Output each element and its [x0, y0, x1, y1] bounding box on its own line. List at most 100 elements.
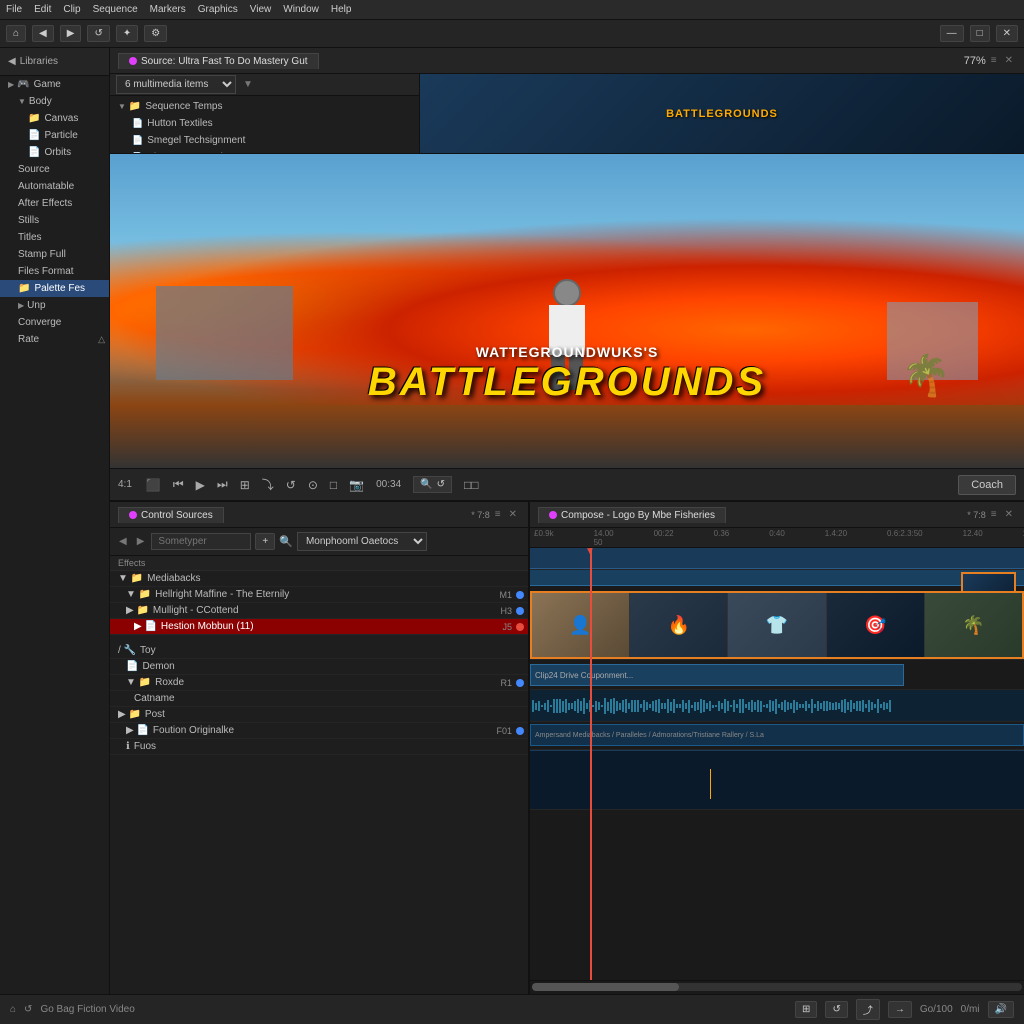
btn-track-select[interactable]: ⤵: [258, 474, 278, 495]
tree-item-canvas[interactable]: 📁 Canvas: [0, 110, 109, 127]
tree-demon[interactable]: 📄 Demon: [110, 659, 528, 675]
tree-item-body[interactable]: ▼ Body: [0, 93, 109, 110]
tree-catname[interactable]: Catname: [110, 691, 528, 707]
status-btn-grid[interactable]: ⊞: [795, 1001, 817, 1018]
track-audio-bottom[interactable]: [530, 750, 1024, 810]
btn-back-bl[interactable]: ◀: [116, 535, 130, 548]
status-btn-speaker[interactable]: 🔊: [988, 1001, 1014, 1018]
bottom-btn-close[interactable]: ✕: [506, 508, 520, 521]
panel-btn-close[interactable]: ✕: [1002, 54, 1016, 67]
left-panel-back[interactable]: ◀: [8, 56, 16, 67]
btn-add-bin[interactable]: +: [255, 533, 275, 550]
tree-item-particle[interactable]: 📄 Particle: [0, 127, 109, 144]
menu-sequence[interactable]: Sequence: [93, 4, 138, 15]
tree-mullight[interactable]: ▶ 📁 Mullight - CCottend H3: [110, 603, 528, 619]
tree-item-titles[interactable]: Titles: [0, 229, 109, 246]
bottom-left-tab[interactable]: Control Sources: [118, 507, 224, 523]
tree-item-palette-fes[interactable]: 📁 Palette Fes: [0, 280, 109, 297]
scrollbar-thumb[interactable]: [532, 983, 679, 991]
timeline-scrollbar[interactable]: [530, 980, 1024, 994]
btn-export-frame[interactable]: 📷: [345, 476, 368, 494]
timeline-tab[interactable]: Compose - Logo By Mbe Fisheries: [538, 507, 726, 523]
bin-item-hutton[interactable]: 📄 Hutton Textiles: [114, 115, 415, 132]
tree-item-stills[interactable]: Stills: [0, 212, 109, 229]
timeline-btn-menu[interactable]: ≡: [988, 508, 1000, 521]
tree-fuos[interactable]: ℹ Fuos: [110, 739, 528, 755]
effects-dropdown[interactable]: Monphooml Oaetocs: [297, 532, 427, 551]
btn-captions[interactable]: □□: [460, 476, 483, 494]
menu-help[interactable]: Help: [331, 4, 352, 15]
tree-item-automatable[interactable]: Automatable: [0, 178, 109, 195]
search-icon[interactable]: 🔍: [279, 535, 293, 548]
btn-rewind[interactable]: ⏮: [169, 475, 188, 494]
tree-foution[interactable]: ▶ 📄 Foution Originalke F01: [110, 723, 528, 739]
status-btn-export[interactable]: ⤴: [856, 999, 880, 1020]
couch-button[interactable]: Coach: [958, 475, 1016, 495]
preview-zoom-control[interactable]: 🔍 ↺: [413, 476, 452, 493]
status-btn-arrow[interactable]: →: [888, 1001, 912, 1018]
tree-post[interactable]: ▶ 📁 Post: [110, 707, 528, 723]
tree-mediabacks[interactable]: ▼ 📁 Mediabacks: [110, 571, 528, 587]
panel-btn-wrench[interactable]: ≡: [988, 54, 1000, 67]
toolbar-btn-minimize[interactable]: —: [940, 25, 964, 42]
bins-dropdown[interactable]: 6 multimedia items: [116, 75, 236, 94]
tree-toy[interactable]: / 🔧 Toy: [110, 643, 528, 659]
toolbar-btn-back[interactable]: ◀: [32, 25, 54, 42]
tree-item-after-effects[interactable]: After Effects: [0, 195, 109, 212]
bins-btn-panel[interactable]: ▼: [240, 78, 256, 91]
track-v1[interactable]: 🎮 👤 🔥 👕: [530, 570, 1024, 660]
toolbar-btn-settings[interactable]: ⚙: [144, 25, 167, 42]
search-input[interactable]: [151, 533, 251, 550]
timeline-btn-close[interactable]: ✕: [1002, 508, 1016, 521]
menu-window[interactable]: Window: [283, 4, 319, 15]
tree-item-files-format[interactable]: Files Format: [0, 263, 109, 280]
bin-item-blue[interactable]: 📄 Blue Stereotar Playroom: [114, 149, 415, 153]
btn-loop[interactable]: ↺: [282, 476, 300, 494]
btn-playback-res[interactable]: □: [326, 476, 341, 494]
thumb-strip[interactable]: 👤 🔥 👕 🎯: [530, 591, 1024, 659]
menu-markers[interactable]: Markers: [150, 4, 186, 15]
tree-item-rate[interactable]: Rate △: [0, 331, 109, 348]
status-bar: ⌂ ↺ Go Bag Fiction Video ⊞ ↺ ⤴ → Go/100 …: [0, 994, 1024, 1024]
toolbar-btn-maximize[interactable]: □: [970, 25, 990, 42]
tree-item-source[interactable]: Source: [0, 161, 109, 178]
track-v2[interactable]: [530, 548, 1024, 570]
menu-clip[interactable]: Clip: [63, 4, 80, 15]
btn-fwd-bl[interactable]: ▶: [134, 535, 148, 548]
tree-item-orbits[interactable]: 📄 Orbits: [0, 144, 109, 161]
playhead[interactable]: [590, 548, 592, 980]
btn-safe-margin[interactable]: ⊙: [304, 476, 322, 494]
tree-item-game[interactable]: ▶ 🎮 Game: [0, 76, 109, 93]
track-subtitle[interactable]: Ampersand Mediabacks / Paralleles / Admo…: [530, 722, 1024, 750]
timeline-tracks[interactable]: 🎮 👤 🔥 👕: [530, 548, 1024, 980]
arrow-seq: ▼: [118, 102, 126, 111]
toolbar-btn-refresh[interactable]: ↺: [87, 25, 109, 42]
tree-item-converge[interactable]: Converge: [0, 314, 109, 331]
btn-play[interactable]: ▶: [192, 476, 209, 494]
toolbar-btn-close[interactable]: ✕: [996, 25, 1018, 42]
scrollbar-track[interactable]: [532, 983, 1022, 991]
track-a2[interactable]: // Will be generated by JS below: [530, 690, 1024, 722]
btn-mark-clip[interactable]: ⊞: [236, 476, 254, 494]
tree-item-stamp[interactable]: Stamp Full: [0, 246, 109, 263]
toolbar-btn-home[interactable]: ⌂: [6, 25, 26, 42]
tree-item-unp[interactable]: ▶ Unp: [0, 297, 109, 314]
bottom-btn-menu[interactable]: ≡: [492, 508, 504, 521]
tree-hestion[interactable]: ▶ 📄 Hestion Mobbun (11) J5: [110, 619, 528, 635]
tree-hellright[interactable]: ▼ 📁 Hellright Maffine - The Eternily M1: [110, 587, 528, 603]
code-mullight: H3: [500, 606, 512, 616]
menu-edit[interactable]: Edit: [34, 4, 51, 15]
toolbar-btn-forward[interactable]: ▶: [60, 25, 82, 42]
toolbar-btn-new[interactable]: ✦: [116, 25, 138, 42]
menu-view[interactable]: View: [250, 4, 272, 15]
bin-sequence-temps[interactable]: ▼ 📁 Sequence Temps: [114, 98, 415, 115]
status-btn-refresh[interactable]: ↺: [825, 1001, 847, 1018]
btn-step-fwd[interactable]: ⏭: [213, 475, 232, 494]
menu-file[interactable]: File: [6, 4, 22, 15]
menu-graphics[interactable]: Graphics: [198, 4, 238, 15]
bin-item-smegel[interactable]: 📄 Smegel Techsignment: [114, 132, 415, 149]
track-a1[interactable]: Clip24 Drive Couponment...: [530, 660, 1024, 690]
tree-roxde[interactable]: ▼ 📁 Roxde R1: [110, 675, 528, 691]
btn-mark-in[interactable]: ⬛: [142, 476, 165, 494]
source-panel-tab[interactable]: Source: Ultra Fast To Do Mastery Gut: [118, 53, 319, 69]
